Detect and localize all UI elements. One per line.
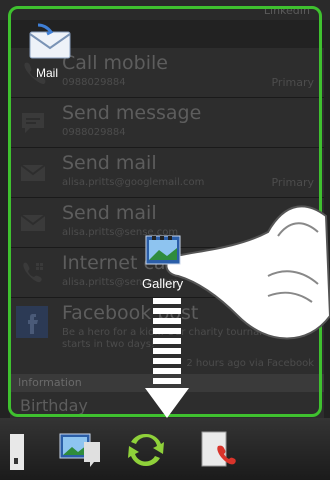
drag-down-arrow-icon — [145, 298, 189, 418]
dock-bar — [0, 418, 330, 480]
floating-mail-item[interactable]: Mail — [28, 22, 72, 86]
screen: LinkedIn Call mobile 0988029884 Primary … — [0, 0, 330, 480]
gallery-icon[interactable] — [58, 428, 102, 472]
sync-icon[interactable] — [124, 428, 168, 472]
gallery-label: Gallery — [142, 276, 184, 291]
gallery-icon — [145, 235, 181, 265]
mail-label: Mail — [36, 66, 59, 80]
phone-book-icon[interactable] — [194, 428, 238, 472]
floating-gallery-item[interactable]: Gallery — [138, 232, 198, 292]
mail-envelope-icon — [29, 23, 71, 59]
phone-icon[interactable] — [2, 428, 46, 472]
